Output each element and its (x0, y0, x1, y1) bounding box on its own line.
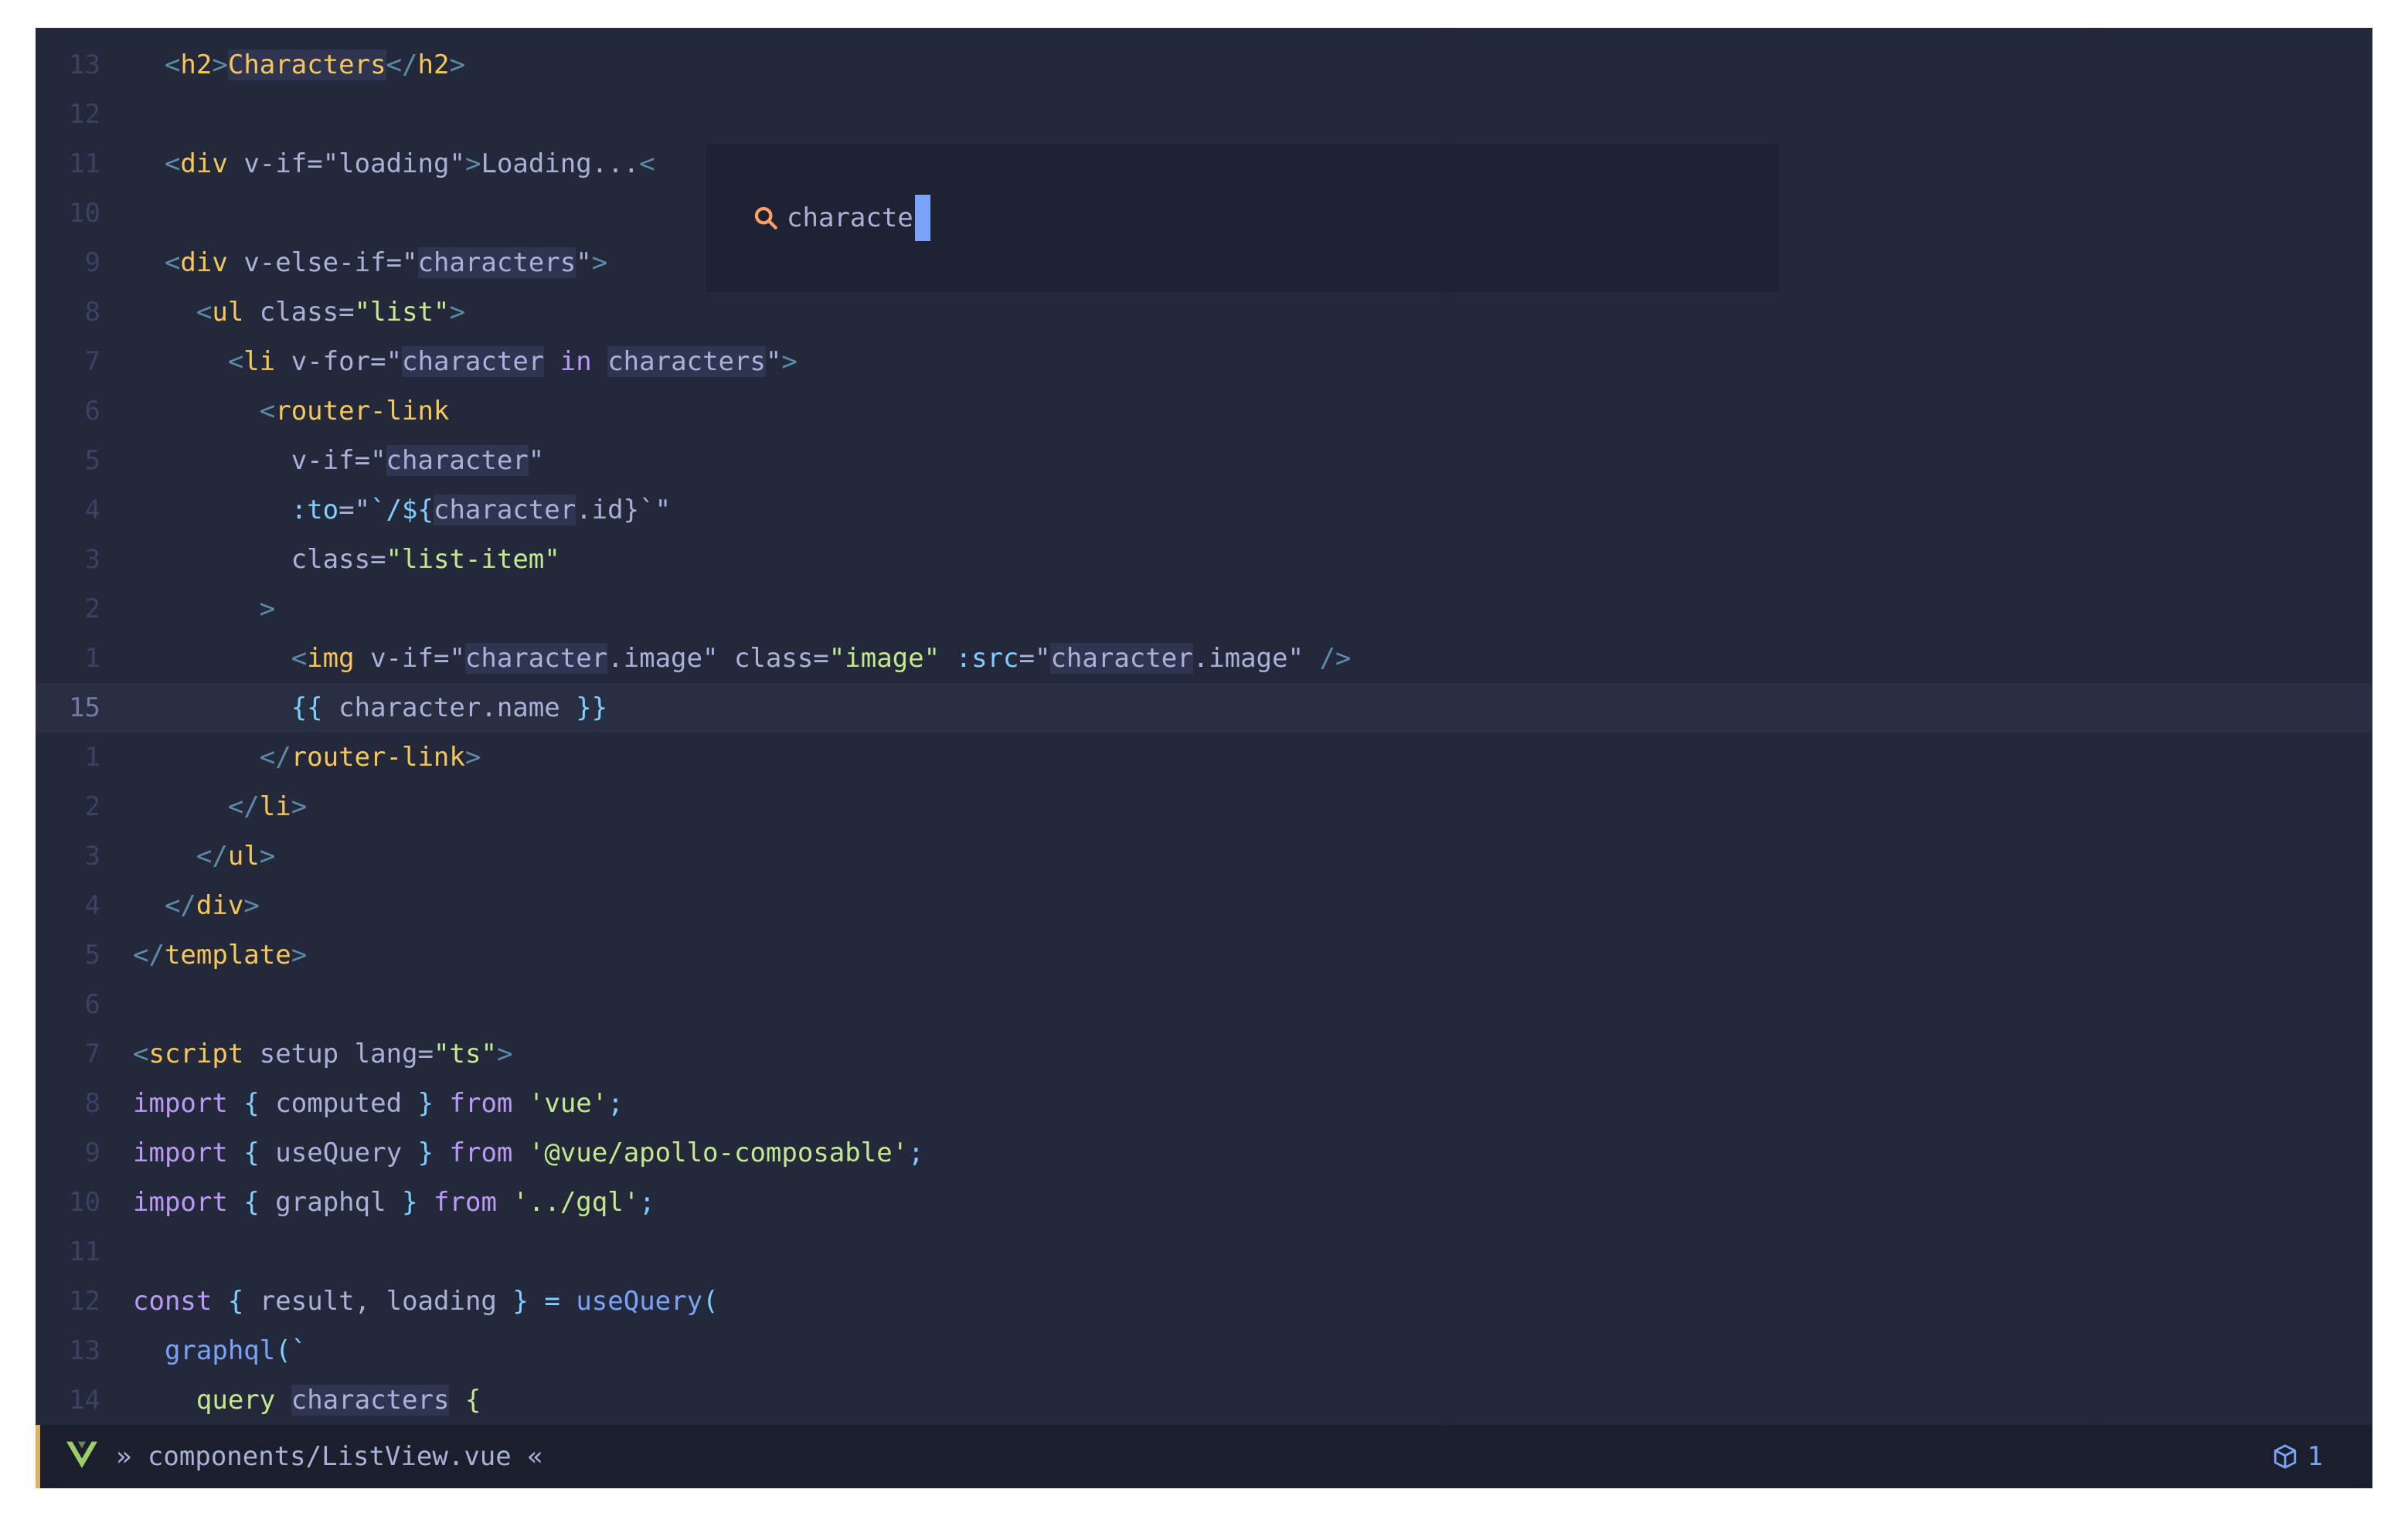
code-line[interactable]: 5 v-if="character" (36, 436, 2372, 485)
search-input[interactable]: characte (753, 193, 930, 243)
mode-indicator (36, 1425, 40, 1488)
code-line[interactable]: 2 </li> (36, 782, 2372, 831)
code-line[interactable]: 3 class="list-item" (36, 535, 2372, 584)
line-number: 13 (69, 49, 100, 80)
line-number: 1 (84, 742, 100, 773)
code-line[interactable]: 2 > (36, 584, 2372, 634)
code-line[interactable]: 1 </router-link> (36, 733, 2372, 782)
code-line[interactable]: 14 query characters { (36, 1375, 2372, 1425)
line-number: 12 (69, 99, 100, 130)
line-number: 10 (69, 198, 100, 229)
line-number: 7 (84, 1039, 100, 1069)
line-number: 6 (84, 989, 100, 1020)
code-line[interactable]: 5 </template> (36, 930, 2372, 980)
status-bar: » components/ListView.vue « 1 (36, 1425, 2372, 1488)
vue-icon (66, 1441, 97, 1468)
code-line[interactable]: 4 :to="`/${character.id}`" (36, 485, 2372, 535)
line-number: 2 (84, 791, 100, 822)
code-line[interactable]: 4 </div> (36, 881, 2372, 930)
line-number: 12 (69, 1286, 100, 1317)
code-line[interactable]: 10 import { graphql } from '../gql'; (36, 1178, 2372, 1227)
package-icon (2274, 1444, 2296, 1469)
code-line[interactable]: 13 <h2>Characters</h2> (36, 40, 2372, 90)
package-count: 1 (2307, 1441, 2323, 1472)
code-line[interactable]: 7 <script setup lang="ts"> (36, 1029, 2372, 1079)
code-line[interactable]: 6 (36, 980, 2372, 1029)
code-line[interactable]: 12 (36, 90, 2372, 139)
search-popup: characte (706, 144, 1779, 292)
code-line[interactable]: 1 <img v-if="character.image" class="ima… (36, 634, 2372, 683)
line-number: 6 (84, 396, 100, 427)
line-number: 8 (84, 1088, 100, 1119)
text-cursor (914, 195, 930, 241)
line-number: 3 (84, 544, 100, 575)
file-path[interactable]: » components/ListView.vue « (116, 1425, 543, 1488)
code-editor[interactable]: 13 <h2>Characters</h2> 12 11 <div v-if="… (36, 28, 2372, 1488)
line-number: 4 (84, 890, 100, 921)
code-line[interactable]: 12 const { result, loading } = useQuery( (36, 1277, 2372, 1326)
code-line[interactable]: 9 import { useQuery } from '@vue/apollo-c… (36, 1128, 2372, 1178)
line-number: 3 (84, 841, 100, 872)
line-number: 2 (84, 593, 100, 624)
line-number: 11 (69, 1236, 100, 1267)
line-number: 11 (69, 148, 100, 179)
line-number: 9 (84, 247, 100, 278)
line-number: 4 (84, 495, 100, 525)
line-number: 8 (84, 297, 100, 328)
line-number: 7 (84, 346, 100, 377)
line-number: 5 (84, 940, 100, 971)
line-number: 10 (69, 1187, 100, 1218)
line-number: 13 (69, 1335, 100, 1366)
code-line[interactable]: 11 (36, 1227, 2372, 1277)
code-line[interactable]: 7 <li v-for="character in characters"> (36, 337, 2372, 386)
package-status[interactable]: 1 (2272, 1425, 2323, 1488)
line-number: 5 (84, 445, 100, 476)
line-number: 14 (69, 1385, 100, 1416)
search-icon (754, 206, 777, 230)
line-number: 1 (84, 643, 100, 674)
code-line[interactable]: 8 <ul class="list"> (36, 287, 2372, 337)
search-query: characte (787, 202, 913, 233)
current-code-line[interactable]: 15 {{ character.name }} (36, 683, 2372, 733)
line-number: 9 (84, 1137, 100, 1168)
code-line[interactable]: 13 graphql(` (36, 1326, 2372, 1375)
code-line[interactable]: 8 import { computed } from 'vue'; (36, 1079, 2372, 1128)
code-line[interactable]: 3 </ul> (36, 831, 2372, 881)
line-number: 15 (69, 692, 100, 723)
code-line[interactable]: 6 <router-link (36, 386, 2372, 436)
